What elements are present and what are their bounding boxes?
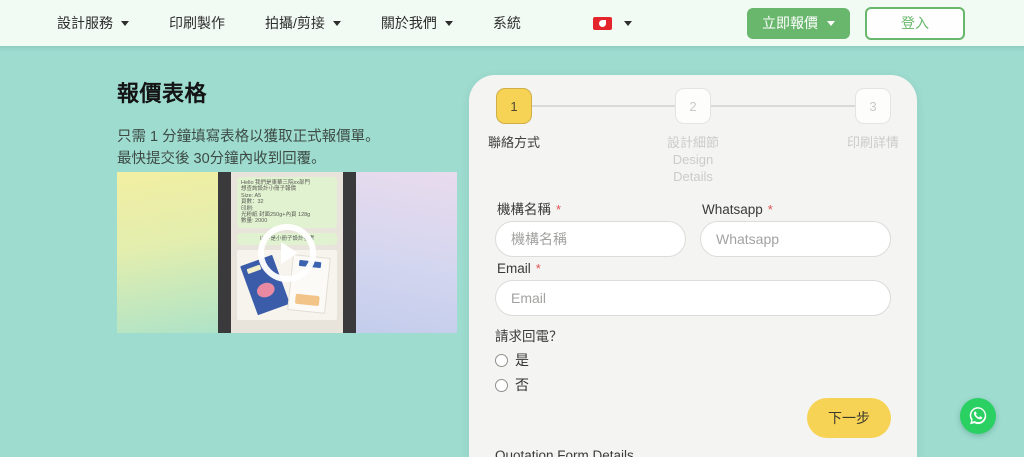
quote-now-label: 立即報價 — [762, 15, 818, 31]
step-design-details[interactable]: 2 設計細節 Design Details — [645, 88, 741, 185]
required-asterisk: * — [535, 261, 541, 276]
radio-icon[interactable] — [495, 378, 508, 392]
nav-item-label: 關於我們 — [380, 15, 437, 31]
nav-item-label: 拍攝/剪接 — [265, 15, 325, 31]
chevron-down-icon — [332, 20, 341, 26]
step-label: 聯絡方式 — [487, 135, 540, 150]
quote-now-button[interactable]: 立即報價 — [747, 7, 850, 39]
callback-question: 請求回電？ — [495, 329, 563, 344]
page-title: 報價表格 — [117, 81, 208, 106]
org-name-input[interactable] — [495, 221, 686, 257]
radio-icon[interactable] — [495, 353, 508, 367]
email-label: Email — [497, 261, 531, 276]
hong-kong-flag-icon — [592, 16, 612, 30]
nav-item-label: 設計服務 — [57, 15, 113, 31]
step-print-details[interactable]: 3 印刷詳情 — [825, 88, 921, 151]
radio-label: 是 — [515, 352, 529, 368]
org-name-label: 機構名稱 — [497, 202, 551, 217]
required-asterisk: * — [767, 202, 773, 217]
quotation-form-card: 1 聯絡方式 2 設計細節 Design Details 3 印刷詳情 機構名稱… — [469, 75, 917, 457]
flag-emblem-icon — [598, 19, 606, 27]
whatsapp-input[interactable] — [700, 221, 891, 257]
step-number: 2 — [675, 88, 711, 124]
page-description: 只需 1 分鐘填寫表格以獲取正式報價單。 最快提交後 30分鐘內收到回覆。 — [117, 129, 380, 168]
chevron-down-icon — [444, 20, 453, 26]
login-button[interactable]: 登入 — [865, 6, 965, 40]
step-label: 印刷詳情 — [846, 135, 899, 150]
radio-label: 否 — [515, 377, 529, 393]
play-overlay[interactable] — [117, 172, 457, 333]
topbar-actions: 立即報價 登入 — [747, 6, 965, 40]
nav-item-about-us[interactable]: 關於我們 — [381, 13, 453, 33]
chevron-down-icon — [623, 20, 632, 26]
chevron-down-icon — [827, 20, 835, 26]
email-field: Email * — [495, 261, 891, 316]
callback-option-yes[interactable]: 是 — [495, 350, 891, 370]
step-contact[interactable]: 1 聯絡方式 — [466, 88, 562, 151]
callback-option-no[interactable]: 否 — [495, 375, 891, 395]
step-label: 設計細節 Design Details — [666, 135, 719, 185]
whatsapp-chat-button[interactable] — [960, 398, 996, 434]
required-asterisk: * — [556, 202, 562, 217]
details-heading: Quotation Form Details — [495, 448, 634, 457]
nav-item-printing[interactable]: 印刷製作 — [169, 13, 225, 33]
quotation-section: 報價表格 只需 1 分鐘填寫表格以獲取正式報價單。 最快提交後 30分鐘內收到回… — [0, 46, 1024, 457]
whatsapp-field: Whatsapp * — [700, 202, 891, 257]
hero-text-block: 報價表格 只需 1 分鐘填寫表格以獲取正式報價單。 最快提交後 30分鐘內收到回… — [117, 76, 459, 171]
whatsapp-icon — [969, 407, 987, 425]
play-icon — [281, 241, 298, 264]
main-nav: 設計服務 印刷製作 拍攝/剪接 關於我們 系統 — [57, 13, 632, 33]
org-name-field: 機構名稱 * — [495, 202, 686, 257]
nav-item-shooting-editing[interactable]: 拍攝/剪接 — [265, 13, 341, 33]
language-selector[interactable] — [592, 16, 632, 30]
chevron-down-icon — [121, 20, 129, 26]
nav-item-label: 印刷製作 — [169, 15, 225, 31]
nav-item-system[interactable]: 系統 — [493, 13, 521, 33]
play-button[interactable] — [258, 223, 316, 282]
form-stepper: 1 聯絡方式 2 設計細節 Design Details 3 印刷詳情 — [488, 88, 899, 187]
top-navigation-bar: 設計服務 印刷製作 拍攝/剪接 關於我們 系統 立即報價 登入 — [0, 0, 1024, 46]
step-number: 3 — [855, 88, 891, 124]
intro-video-thumbnail[interactable]: Hello 我們是東華三院xx部門 想查詢設計小冊子報價 Size: A5 頁數… — [117, 172, 457, 333]
step-number: 1 — [496, 88, 532, 124]
nav-item-label: 系統 — [492, 15, 521, 31]
next-step-button[interactable]: 下一步 — [807, 398, 891, 438]
contact-form: 機構名稱 * Whatsapp * Email * — [495, 202, 891, 457]
email-input[interactable] — [495, 280, 891, 316]
whatsapp-label: Whatsapp — [702, 202, 763, 217]
nav-item-design-services[interactable]: 設計服務 — [57, 13, 129, 33]
